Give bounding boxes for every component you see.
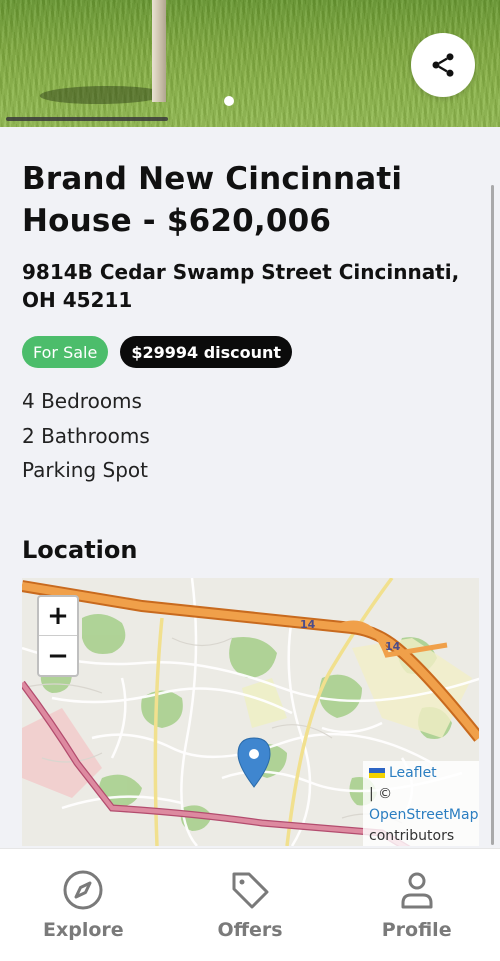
- nav-explore-label: Explore: [43, 919, 124, 941]
- listing-title: Brand New Cincinnati House - $620,006: [22, 161, 403, 239]
- attribution-contributors: contributors: [369, 828, 455, 844]
- highway-label-2: 14: [385, 640, 401, 653]
- for-sale-badge: For Sale: [22, 336, 109, 368]
- bottom-navigation: Explore Offers Profile: [0, 848, 500, 961]
- highway-label: 14: [300, 618, 316, 631]
- zoom-in-button[interactable]: +: [39, 597, 77, 636]
- listing-address: 9814B Cedar Swamp Street Cincinnati, OH …: [22, 260, 460, 312]
- map-attribution: Leaflet | © OpenStreetMap contributors: [363, 761, 479, 846]
- feature-parking: Parking Spot: [22, 458, 148, 482]
- carousel-indicator-dot[interactable]: [224, 96, 234, 106]
- feature-bedrooms: 4 Bedrooms: [22, 389, 142, 413]
- compass-icon: [63, 870, 103, 910]
- location-map[interactable]: 14 14 + − Leaflet | © OpenStreetMap cont…: [22, 578, 479, 846]
- openstreetmap-link[interactable]: OpenStreetMap: [369, 805, 478, 826]
- nav-explore[interactable]: Explore: [0, 849, 167, 961]
- share-button[interactable]: [411, 33, 475, 97]
- nav-offers[interactable]: Offers: [167, 849, 334, 961]
- feature-list: 4 Bedrooms 2 Bathrooms Parking Spot: [22, 384, 472, 488]
- person-icon: [401, 872, 433, 909]
- photo-progress-bar: [6, 117, 168, 121]
- feature-bathrooms: 2 Bathrooms: [22, 423, 150, 448]
- location-heading: Location: [22, 535, 138, 564]
- tag-icon: [232, 872, 269, 909]
- attribution-separator: | ©: [369, 786, 393, 802]
- nav-profile-label: Profile: [381, 919, 452, 941]
- zoom-control: + −: [37, 595, 79, 677]
- zoom-out-button[interactable]: −: [39, 636, 77, 675]
- listing-details: Brand New Cincinnati House - $620,006 98…: [22, 158, 472, 564]
- badge-row: For Sale $29994 discount: [22, 336, 472, 368]
- nav-profile[interactable]: Profile: [333, 849, 500, 961]
- discount-badge: $29994 discount: [120, 336, 293, 368]
- map-marker: [237, 737, 271, 788]
- page-scrollbar[interactable]: [491, 185, 494, 845]
- nav-offers-label: Offers: [217, 919, 283, 941]
- share-icon: [432, 53, 454, 77]
- ukraine-flag-icon: [369, 768, 385, 778]
- leaflet-link[interactable]: Leaflet: [389, 765, 437, 781]
- wooden-post: [152, 0, 166, 102]
